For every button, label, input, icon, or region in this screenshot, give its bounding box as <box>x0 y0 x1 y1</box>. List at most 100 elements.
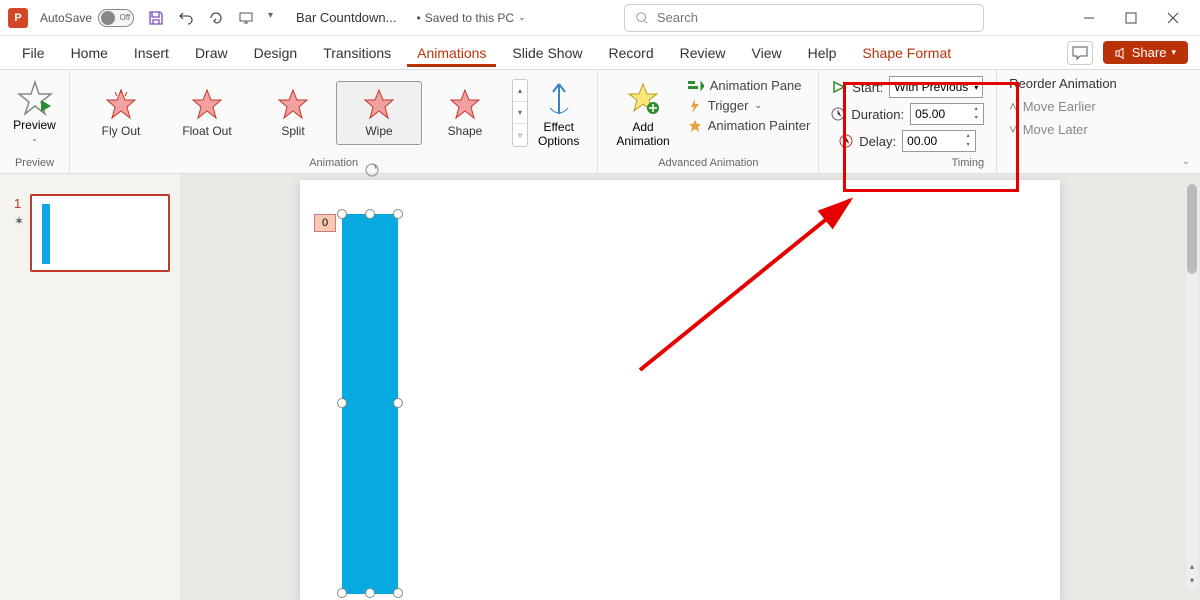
document-title: Bar Countdown... <box>296 10 396 25</box>
star-icon <box>191 88 223 120</box>
tab-animations[interactable]: Animations <box>407 39 496 67</box>
tab-review[interactable]: Review <box>670 39 736 67</box>
share-icon <box>1115 47 1127 59</box>
selected-shape-rectangle[interactable] <box>342 214 398 594</box>
duration-label: Duration: <box>851 107 904 122</box>
delay-clock-icon <box>839 134 853 148</box>
animation-pane-button[interactable]: Animation Pane <box>688 78 811 93</box>
undo-icon[interactable] <box>178 10 194 26</box>
rotation-handle[interactable] <box>364 162 380 178</box>
group-timing: Start: With Previous ▾ Duration: 05.00 ▴… <box>819 70 997 173</box>
tab-shape-format[interactable]: Shape Format <box>852 39 961 67</box>
tab-help[interactable]: Help <box>798 39 847 67</box>
ribbon: Preview ⌄ Preview Fly Out Float Out Spli… <box>0 70 1200 174</box>
anim-fly-out[interactable]: Fly Out <box>78 81 164 145</box>
group-label-preview: Preview <box>15 157 54 171</box>
delay-down[interactable]: ▾ <box>962 141 974 150</box>
tab-insert[interactable]: Insert <box>124 39 179 67</box>
move-later-button[interactable]: ˅ Move Later <box>1009 122 1117 137</box>
powerpoint-app-icon: P <box>8 8 28 28</box>
star-icon <box>277 88 309 120</box>
effect-options-button[interactable]: Effect Options <box>528 74 589 152</box>
star-icon <box>105 88 137 120</box>
search-box[interactable] <box>624 4 984 32</box>
duration-input[interactable]: 05.00 ▴▾ <box>910 103 984 125</box>
anim-split[interactable]: Split <box>250 81 336 145</box>
tab-record[interactable]: Record <box>598 39 663 67</box>
comments-button[interactable] <box>1067 41 1093 65</box>
saved-status[interactable]: • Saved to this PC ⌄ <box>417 11 526 25</box>
slide-thumbnail-1[interactable]: 1 ✶ <box>30 194 170 272</box>
resize-handle-bm[interactable] <box>365 588 375 598</box>
resize-handle-bl[interactable] <box>337 588 347 598</box>
scroll-down-button[interactable]: ▾ <box>1186 576 1198 590</box>
tab-view[interactable]: View <box>742 39 792 67</box>
qat-more-icon[interactable]: ▾ <box>268 10 284 26</box>
gallery-up-button[interactable]: ▴ <box>513 80 527 102</box>
scroll-up-button[interactable]: ▴ <box>1186 562 1198 576</box>
delay-up[interactable]: ▴ <box>962 132 974 141</box>
tab-file[interactable]: File <box>12 39 55 67</box>
maximize-button[interactable] <box>1124 11 1138 25</box>
autosave-state: Off <box>120 13 131 22</box>
animation-painter-button[interactable]: Animation Painter <box>688 118 811 133</box>
gallery-more-button[interactable]: ▿ <box>513 124 527 146</box>
group-label-timing: Timing <box>952 157 985 171</box>
group-reorder: Reorder Animation ˄ Move Earlier ˅ Move … <box>997 70 1129 173</box>
anim-float-out[interactable]: Float Out <box>164 81 250 145</box>
start-play-icon <box>832 80 846 94</box>
ribbon-tabs: File Home Insert Draw Design Transitions… <box>0 36 1200 70</box>
window-controls <box>1082 11 1192 25</box>
delay-input[interactable]: 00.00 ▴▾ <box>902 130 976 152</box>
start-label: Start: <box>852 80 883 95</box>
tab-slide-show[interactable]: Slide Show <box>502 39 592 67</box>
gallery-down-button[interactable]: ▾ <box>513 102 527 124</box>
duration-up[interactable]: ▴ <box>970 105 982 114</box>
start-select[interactable]: With Previous ▾ <box>889 76 983 98</box>
tab-draw[interactable]: Draw <box>185 39 238 67</box>
group-advanced-animation: Add Animation Animation Pane Trigger ⌄ A… <box>598 70 819 173</box>
animation-gallery: Fly Out Float Out Split Wipe Shape ▴ ▾ <box>78 74 589 152</box>
search-input[interactable] <box>657 10 973 25</box>
gallery-spinner: ▴ ▾ ▿ <box>512 79 528 147</box>
slide: 0 <box>300 180 1060 600</box>
slide-canvas[interactable]: 0 ▴ ▾ <box>180 174 1200 600</box>
share-button[interactable]: Share ▾ <box>1103 41 1188 64</box>
effect-options-icon <box>544 78 574 118</box>
anim-shape[interactable]: Shape <box>422 81 508 145</box>
redo-icon[interactable] <box>208 10 224 26</box>
animation-order-tag[interactable]: 0 <box>314 214 336 232</box>
comment-icon <box>1072 46 1088 60</box>
resize-handle-mr[interactable] <box>393 398 403 408</box>
trigger-button[interactable]: Trigger ⌄ <box>688 98 811 113</box>
move-earlier-button[interactable]: ˄ Move Earlier <box>1009 99 1117 114</box>
slide-thumbnail-panel: 1 ✶ <box>0 174 180 600</box>
tab-transitions[interactable]: Transitions <box>313 39 401 67</box>
preview-button[interactable]: Preview ⌄ <box>5 74 64 149</box>
group-animation: Fly Out Float Out Split Wipe Shape ▴ ▾ <box>70 70 598 173</box>
resize-handle-br[interactable] <box>393 588 403 598</box>
scrollbar-thumb[interactable] <box>1187 184 1197 274</box>
save-icon[interactable] <box>148 10 164 26</box>
resize-handle-tr[interactable] <box>393 209 403 219</box>
present-icon[interactable] <box>238 10 254 26</box>
resize-handle-tm[interactable] <box>365 209 375 219</box>
add-animation-button[interactable]: Add Animation <box>606 74 679 152</box>
resize-handle-tl[interactable] <box>337 209 347 219</box>
tab-design[interactable]: Design <box>244 39 308 67</box>
resize-handle-ml[interactable] <box>337 398 347 408</box>
minimize-button[interactable] <box>1082 11 1096 25</box>
autosave-toggle[interactable]: Off <box>98 9 134 27</box>
vertical-scrollbar[interactable]: ▴ ▾ <box>1186 184 1198 590</box>
slide-has-animation-icon: ✶ <box>14 214 24 228</box>
group-label-animation: Animation <box>309 157 358 171</box>
ribbon-collapse-button[interactable]: ⌄ <box>1182 156 1190 167</box>
close-button[interactable] <box>1166 11 1180 25</box>
move-up-icon: ˄ <box>1009 99 1017 114</box>
autosave-label: AutoSave <box>40 11 92 25</box>
tab-home[interactable]: Home <box>61 39 118 67</box>
anim-wipe[interactable]: Wipe <box>336 81 422 145</box>
duration-down[interactable]: ▾ <box>970 114 982 123</box>
animation-pane-icon <box>688 79 704 93</box>
group-preview: Preview ⌄ Preview <box>0 70 70 173</box>
